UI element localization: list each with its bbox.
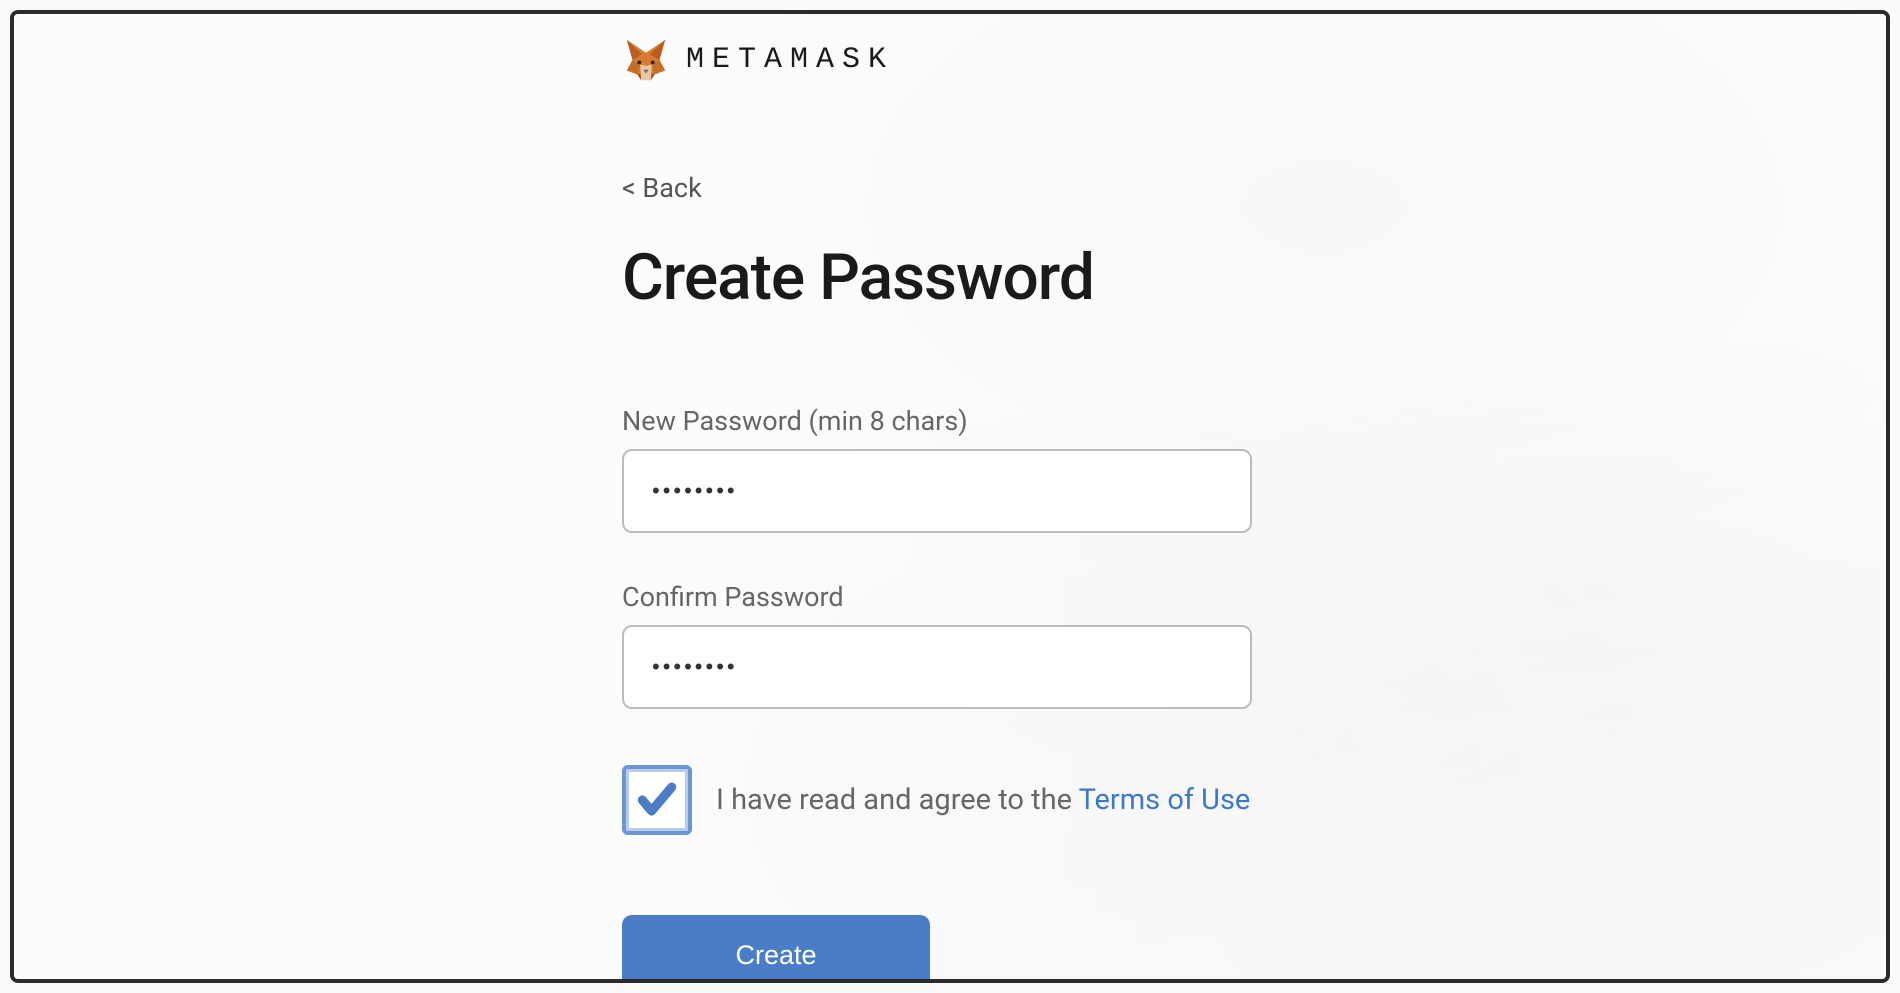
metamask-fox-icon xyxy=(622,36,670,84)
new-password-label: New Password (min 8 chars) xyxy=(622,405,1886,437)
content-container: METAMASK < Back Create Password New Pass… xyxy=(14,14,1886,983)
confirm-password-label: Confirm Password xyxy=(622,581,1886,613)
terms-checkbox[interactable] xyxy=(622,765,692,835)
app-window: METAMASK < Back Create Password New Pass… xyxy=(10,10,1890,983)
brand-header: METAMASK xyxy=(622,36,1886,84)
terms-text: I have read and agree to the Terms of Us… xyxy=(716,783,1250,817)
new-password-group: New Password (min 8 chars) xyxy=(622,405,1886,533)
new-password-input[interactable] xyxy=(622,449,1252,533)
terms-prefix: I have read and agree to the xyxy=(716,783,1079,817)
terms-row: I have read and agree to the Terms of Us… xyxy=(622,765,1886,835)
checkmark-icon xyxy=(635,778,679,822)
create-button[interactable]: Create xyxy=(622,915,930,983)
back-link[interactable]: < Back xyxy=(622,172,702,204)
confirm-password-input[interactable] xyxy=(622,625,1252,709)
page-title: Create Password xyxy=(622,240,1886,315)
confirm-password-group: Confirm Password xyxy=(622,581,1886,709)
terms-of-use-link[interactable]: Terms of Use xyxy=(1079,783,1251,817)
brand-name: METAMASK xyxy=(686,43,894,77)
